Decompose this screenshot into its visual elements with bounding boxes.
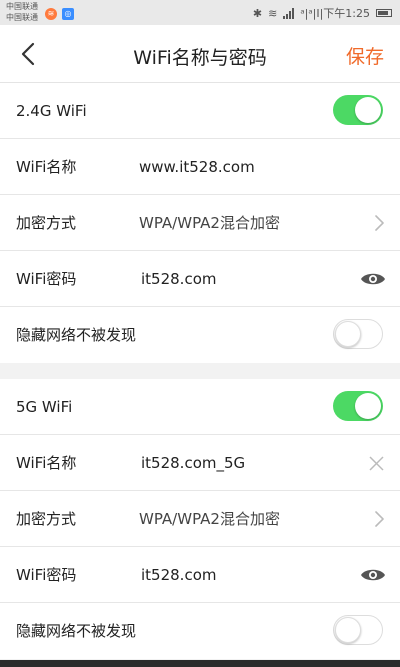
status-bar: 中国联通 中国联通 ≋ ◎ ✱ ≋ ᵃ|ᵃ|I|下午1:25: [0, 0, 400, 25]
wifi-5g-toggle-row: 5G WiFi: [0, 379, 400, 435]
wifi-5g-password-label: WiFi密码: [16, 566, 77, 584]
navigation-header: WiFi名称与密码 保存: [0, 25, 400, 83]
wifi-24g-name-row: WiFi名称 www.it528.com: [0, 139, 400, 195]
wifi-5g-hide-toggle[interactable]: [333, 615, 383, 645]
battery-icon: [376, 9, 392, 17]
wifi-24g-toggle-row: 2.4G WiFi: [0, 83, 400, 139]
wifi-24g-hide-row: 隐藏网络不被发现: [0, 307, 400, 363]
carrier-label-1: 中国联通: [6, 2, 38, 11]
app-notification-icon: ◎: [62, 8, 74, 20]
navigation-bar: [0, 660, 400, 667]
status-icons: ✱ ≋ ᵃ|ᵃ|I|下午1:25: [253, 5, 392, 21]
wifi-icon: ≋: [268, 6, 278, 20]
wifi-24g-toggle[interactable]: [333, 95, 383, 125]
signal-icon: [283, 7, 295, 19]
wifi-5g-encryption-row[interactable]: 加密方式 WPA/WPA2混合加密: [0, 491, 400, 547]
wifi-5g-password-input[interactable]: it528.com: [141, 547, 216, 603]
toggle-knob: [335, 617, 361, 643]
wifi-5g-encryption-label: 加密方式: [16, 510, 77, 528]
wifi-24g-hide-toggle[interactable]: [333, 319, 383, 349]
wifi-5g-name-input[interactable]: it528.com_5G: [141, 435, 245, 491]
wifi-5g-name-label: WiFi名称: [16, 454, 77, 472]
wifi-24g-password-row: WiFi密码 it528.com: [0, 251, 400, 307]
wifi-5g-encryption-value: WPA/WPA2混合加密: [139, 510, 280, 528]
toggle-knob: [335, 321, 361, 347]
wifi-24g-encryption-row[interactable]: 加密方式 WPA/WPA2混合加密: [0, 195, 400, 251]
wifi-24g-section: 2.4G WiFi WiFi名称 www.it528.com 加密方式 WPA/…: [0, 83, 400, 363]
wifi-5g-name-row: WiFi名称 it528.com_5G: [0, 435, 400, 491]
toggle-knob: [355, 97, 381, 123]
status-time: ᵃ|ᵃ|I|下午1:25: [300, 7, 370, 20]
carrier-label-2: 中国联通: [6, 13, 38, 22]
wifi-24g-encryption-value: WPA/WPA2混合加密: [139, 214, 280, 232]
clear-icon[interactable]: [368, 455, 385, 472]
wifi-24g-name-label: WiFi名称: [16, 158, 77, 176]
chevron-right-icon: [375, 215, 384, 231]
wifi-5g-hide-label: 隐藏网络不被发现: [16, 622, 137, 640]
eye-icon[interactable]: [360, 566, 386, 584]
wifi-5g-title: 5G WiFi: [16, 398, 73, 416]
toggle-knob: [355, 393, 381, 419]
wifi-5g-password-row: WiFi密码 it528.com: [0, 547, 400, 603]
save-button[interactable]: 保存: [346, 42, 384, 69]
wifi-5g-section: 5G WiFi WiFi名称 it528.com_5G 加密方式 WPA/WPA…: [0, 379, 400, 659]
wifi-notification-icon: ≋: [45, 8, 57, 20]
wifi-24g-name-input[interactable]: www.it528.com: [139, 139, 255, 195]
page-title: WiFi名称与密码: [133, 47, 267, 69]
wifi-24g-password-input[interactable]: it528.com: [141, 251, 216, 307]
wifi-5g-toggle[interactable]: [333, 391, 383, 421]
wifi-24g-encryption-label: 加密方式: [16, 214, 77, 232]
wifi-24g-password-label: WiFi密码: [16, 270, 77, 288]
chevron-right-icon: [375, 511, 384, 527]
wifi-5g-hide-row: 隐藏网络不被发现: [0, 603, 400, 659]
wifi-24g-hide-label: 隐藏网络不被发现: [16, 326, 137, 344]
wifi-24g-title: 2.4G WiFi: [16, 102, 87, 120]
eye-icon[interactable]: [360, 270, 386, 288]
bluetooth-icon: ✱: [252, 6, 263, 20]
